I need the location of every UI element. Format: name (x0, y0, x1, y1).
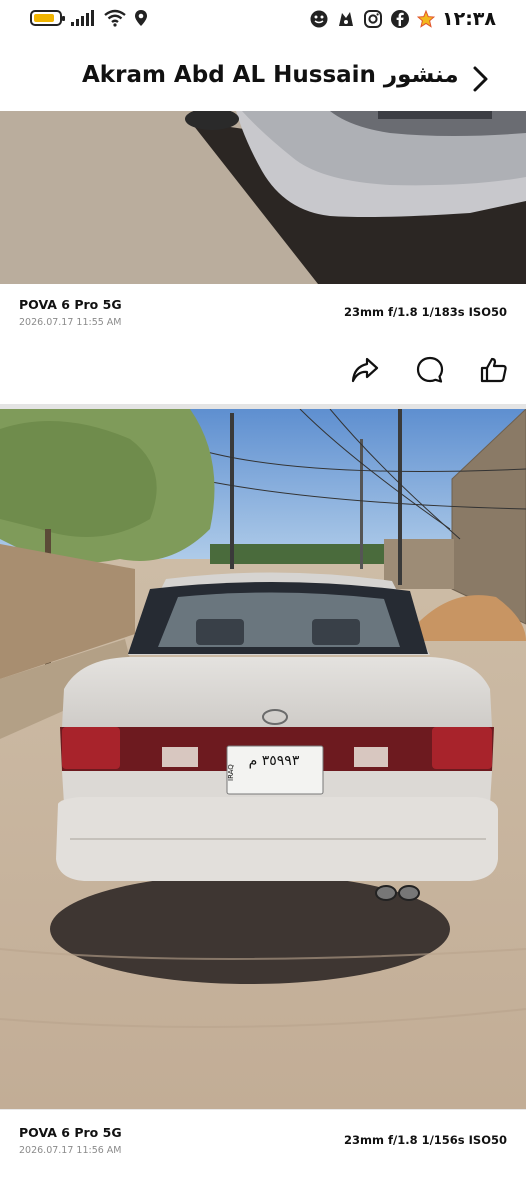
app-notification-icon (309, 9, 329, 29)
app-notification-icon-2 (336, 9, 356, 29)
status-left (30, 9, 148, 27)
post-photo-2[interactable]: ٣٥٩٩٣ م IRAQ (0, 409, 526, 1109)
photo-exif: 23mm f/1.8 1/156s ISO50 (344, 1133, 507, 1147)
status-time: ١٢:٣٨ (442, 8, 496, 30)
instagram-icon (363, 9, 383, 29)
wifi-icon (104, 9, 126, 27)
car-photo-image (0, 111, 526, 284)
plate-number: ٣٥٩٩٣ م (249, 753, 300, 769)
status-bar: ١٢:٣٨ (0, 0, 526, 40)
post-photo-1[interactable] (0, 111, 526, 284)
share-button[interactable] (348, 352, 382, 388)
page-title: Akram Abd AL Hussain منشور (82, 62, 459, 88)
like-button[interactable] (477, 352, 511, 388)
photo-meta-2: POVA 6 Pro 5G 2026.07.17 11:56 AM 23mm f… (0, 1125, 526, 1169)
facebook-icon (390, 9, 410, 29)
share-icon (351, 357, 379, 383)
car-photo-image: ٣٥٩٩٣ م IRAQ (0, 409, 526, 1109)
status-right: ١٢:٣٨ (309, 8, 496, 30)
photo-date: 2026.07.17 11:56 AM (19, 1145, 122, 1156)
back-button[interactable] (468, 64, 492, 94)
signal-icon (70, 9, 96, 27)
photo-bottom-divider (0, 1109, 526, 1110)
chevron-right-icon (473, 66, 488, 92)
comment-icon (416, 356, 444, 383)
photo-exif: 23mm f/1.8 1/183s ISO50 (344, 305, 507, 319)
camera-device: POVA 6 Pro 5G (19, 1125, 122, 1140)
location-icon (134, 9, 148, 27)
post-header: Akram Abd AL Hussain منشور (0, 50, 526, 110)
plate-country: IRAQ (227, 764, 235, 781)
star-icon (417, 10, 435, 28)
comment-button[interactable] (413, 352, 447, 388)
battery-icon (30, 10, 65, 26)
thumbs-up-icon (480, 357, 507, 383)
photo-meta-1: POVA 6 Pro 5G 2026.07.17 11:55 AM 23mm f… (0, 297, 526, 341)
camera-device: POVA 6 Pro 5G (19, 297, 122, 312)
post-actions (0, 352, 526, 392)
photo-date: 2026.07.17 11:55 AM (19, 317, 122, 328)
